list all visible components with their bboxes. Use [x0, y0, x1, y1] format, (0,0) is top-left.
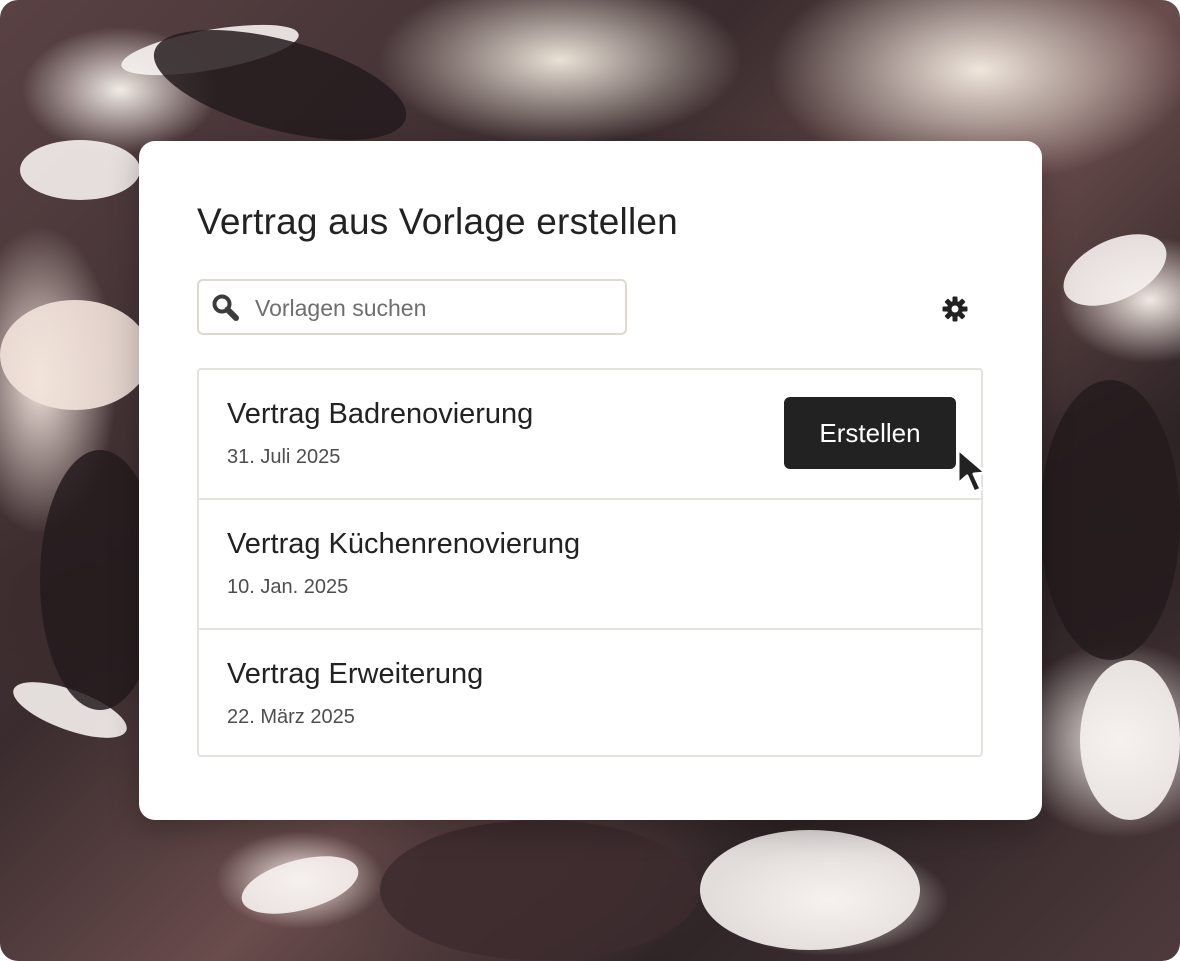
- list-item[interactable]: Vertrag Küchenrenovierung 10. Jan. 2025: [199, 498, 981, 627]
- list-item[interactable]: Vertrag Erweiterung 22. März 2025: [199, 628, 981, 757]
- mouse-pointer-icon: [956, 447, 988, 494]
- search-field[interactable]: Vorlagen suchen: [197, 279, 627, 335]
- dialog-title: Vertrag aus Vorlage erstellen: [197, 201, 678, 242]
- gear-icon[interactable]: [942, 296, 968, 322]
- template-name: Vertrag Küchenrenovierung: [227, 528, 581, 560]
- search-input[interactable]: Vorlagen suchen: [255, 295, 426, 322]
- template-date: 22. März 2025: [227, 706, 355, 728]
- list-item[interactable]: Vertrag Badrenovierung 31. Juli 2025 Ers…: [199, 370, 981, 499]
- template-date: 31. Juli 2025: [227, 446, 341, 468]
- template-date: 10. Jan. 2025: [227, 576, 349, 598]
- create-button[interactable]: Erstellen: [784, 397, 956, 469]
- template-name: Vertrag Erweiterung: [227, 658, 484, 690]
- search-icon: [212, 294, 239, 321]
- create-contract-dialog: Vertrag aus Vorlage erstellen Vorlagen s…: [139, 141, 1042, 820]
- template-name: Vertrag Badrenovierung: [227, 398, 534, 430]
- template-list: Vertrag Badrenovierung 31. Juli 2025 Ers…: [197, 368, 983, 757]
